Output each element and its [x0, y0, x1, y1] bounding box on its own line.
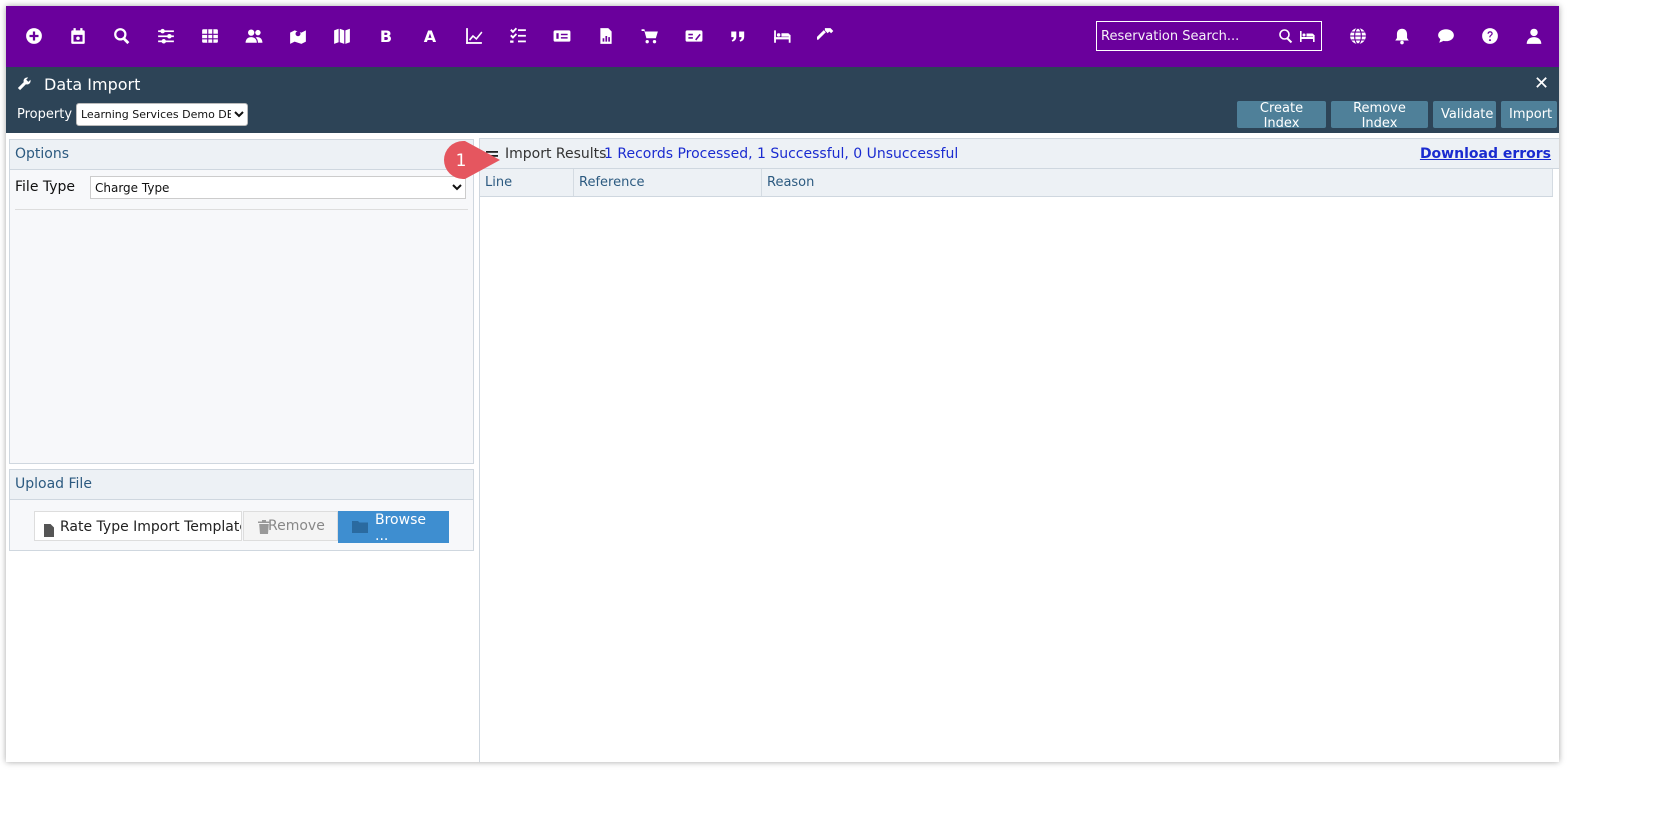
- payment-icon[interactable]: [683, 25, 705, 47]
- results-grid-header: Line Reference Reason: [480, 169, 1553, 197]
- map-icon[interactable]: [331, 25, 353, 47]
- remove-index-button[interactable]: Remove Index: [1331, 101, 1428, 131]
- import-button[interactable]: Import: [1501, 101, 1557, 128]
- report-icon[interactable]: [595, 25, 617, 47]
- app-window: B A Data Import ✕ Property Learning Serv…: [6, 6, 1559, 762]
- file-type-label: File Type: [15, 179, 76, 195]
- folder-icon: [352, 520, 368, 537]
- sliders-icon[interactable]: [155, 25, 177, 47]
- line-chart-icon[interactable]: [463, 25, 485, 47]
- checklist-icon[interactable]: [507, 25, 529, 47]
- chat-icon[interactable]: [1435, 25, 1457, 47]
- upload-file-title: Upload File: [10, 470, 473, 500]
- callout-badge: 1: [443, 140, 503, 180]
- options-title: Options: [10, 140, 473, 170]
- map-marker-icon[interactable]: [287, 25, 309, 47]
- cart-icon[interactable]: [639, 25, 661, 47]
- download-errors-link[interactable]: Download errors: [1420, 146, 1551, 162]
- bell-icon[interactable]: [1391, 25, 1413, 47]
- property-label: Property: [17, 107, 73, 122]
- remove-file-button[interactable]: Remove: [243, 511, 338, 541]
- quote-icon[interactable]: [727, 25, 749, 47]
- column-header-reason[interactable]: Reason: [762, 169, 1553, 196]
- browse-button[interactable]: Browse ...: [338, 511, 449, 544]
- bed-icon[interactable]: [771, 25, 793, 47]
- column-header-reference[interactable]: Reference: [574, 169, 762, 196]
- help-icon[interactable]: [1479, 25, 1501, 47]
- users-icon[interactable]: [243, 25, 265, 47]
- reservation-search-box: [1096, 21, 1322, 51]
- import-results-panel: Import Results 1 Records Processed, 1 Su…: [479, 138, 1559, 762]
- callout-number: 1: [456, 151, 467, 171]
- user-icon[interactable]: [1523, 25, 1545, 47]
- wrench-icon: [17, 77, 31, 95]
- import-results-title: Import Results: [505, 146, 607, 162]
- upload-file-panel: Upload File Rate Type Import Template Re…: [9, 469, 474, 551]
- import-results-summary: 1 Records Processed, 1 Successful, 0 Uns…: [604, 146, 959, 162]
- page-title: Data Import: [44, 75, 141, 94]
- file-name-text: Rate Type Import Template: [60, 519, 242, 535]
- grid-icon[interactable]: [199, 25, 221, 47]
- letter-a-icon[interactable]: A: [419, 25, 441, 47]
- bed-icon[interactable]: [1299, 28, 1317, 46]
- create-index-button[interactable]: Create Index: [1237, 101, 1326, 131]
- top-nav-bar: B A: [6, 6, 1559, 67]
- divider: [15, 209, 468, 210]
- data-import-header: Data Import ✕ Property Learning Services…: [6, 67, 1559, 133]
- search-icon[interactable]: [111, 25, 133, 47]
- file-icon: [44, 518, 54, 540]
- close-icon[interactable]: ✕: [1534, 73, 1549, 94]
- calendar-icon[interactable]: [67, 25, 89, 47]
- reservation-search-input[interactable]: [1097, 22, 1281, 50]
- file-type-select[interactable]: Charge Type: [90, 176, 466, 199]
- bold-letter-icon[interactable]: B: [375, 25, 397, 47]
- selected-file-name: Rate Type Import Template: [34, 511, 242, 541]
- property-select[interactable]: Learning Services Demo DB: [76, 103, 248, 126]
- trash-icon: [258, 520, 270, 538]
- hammer-icon[interactable]: [815, 25, 837, 47]
- globe-icon[interactable]: [1347, 25, 1369, 47]
- card-icon[interactable]: [551, 25, 573, 47]
- remove-label: Remove: [268, 518, 325, 534]
- options-panel: Options File Type Charge Type: [9, 139, 474, 464]
- import-results-header: Import Results 1 Records Processed, 1 Su…: [480, 138, 1559, 169]
- search-icon[interactable]: [1278, 28, 1296, 46]
- validate-button[interactable]: Validate: [1433, 101, 1496, 128]
- browse-label: Browse ...: [375, 512, 426, 544]
- add-icon[interactable]: [23, 25, 45, 47]
